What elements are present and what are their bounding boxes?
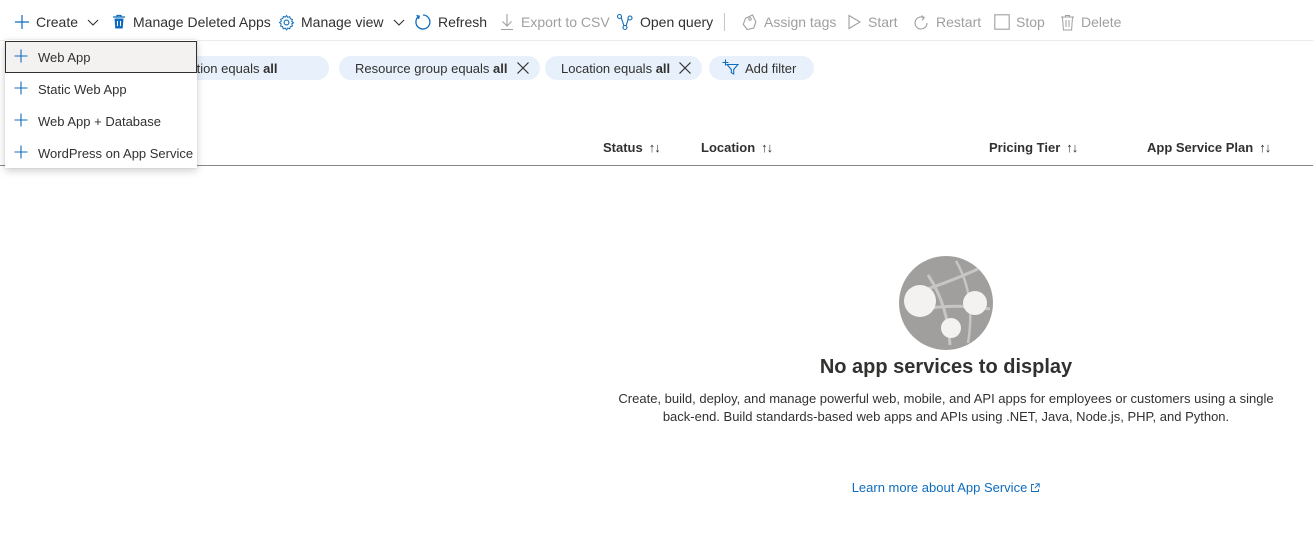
start-button[interactable]: Start: [847, 11, 898, 33]
learn-more-label[interactable]: Learn more about App Service: [852, 480, 1028, 495]
sort-icon: ↑↓: [648, 139, 661, 155]
create-button[interactable]: Create: [14, 11, 100, 33]
stop-icon: [994, 14, 1010, 30]
learn-more-link[interactable]: Learn more about App Service: [620, 480, 1272, 495]
add-filter-icon: [721, 59, 740, 78]
query-icon: [616, 13, 634, 31]
open-query-label: Open query: [640, 14, 714, 30]
external-link-icon: [1027, 480, 1040, 495]
resource-group-filter-value: all: [493, 60, 508, 76]
manage-view-button[interactable]: Manage view: [278, 11, 406, 33]
menu-item-wordpress[interactable]: WordPress on App Service: [5, 137, 197, 169]
refresh-label: Refresh: [438, 14, 488, 30]
download-icon: [499, 13, 515, 31]
sort-icon: ↑↓: [761, 139, 773, 155]
menu-item-label: Web App + Database: [38, 113, 161, 129]
location-filter-pill[interactable]: Location equals all: [545, 56, 703, 80]
location-filter-text: Location equals: [561, 60, 656, 76]
column-header-label: App Service Plan: [1147, 139, 1254, 155]
chevron-down-icon: [392, 15, 406, 29]
delete-icon: [1060, 14, 1075, 31]
create-label: Create: [36, 14, 79, 30]
command-bar: Create Manage Deleted Apps Manage view R…: [0, 0, 1313, 41]
location-filter-value: all: [655, 60, 671, 76]
sort-icon: ↑↓: [1259, 139, 1271, 155]
refresh-icon: [414, 13, 432, 31]
manage-view-label: Manage view: [301, 14, 384, 30]
close-icon[interactable]: [516, 61, 530, 75]
manage-deleted-apps-label: Manage Deleted Apps: [133, 14, 271, 30]
start-label: Start: [868, 14, 898, 30]
play-icon: [847, 14, 862, 30]
column-header-app-service-plan[interactable]: App Service Plan ↑↓: [1147, 138, 1271, 156]
add-filter-label: Add filter: [745, 60, 797, 76]
plus-icon: [14, 145, 28, 162]
plus-icon: [14, 14, 30, 30]
export-csv-button[interactable]: Export to CSV: [499, 11, 610, 33]
sort-icon: ↑↓: [1066, 139, 1078, 155]
refresh-button[interactable]: Refresh: [414, 11, 487, 33]
column-header-location[interactable]: Location ↑↓: [701, 138, 773, 156]
menu-item-static-web-app[interactable]: Static Web App: [5, 73, 197, 105]
toolbar-divider: [724, 13, 725, 31]
restart-label: Restart: [936, 14, 982, 30]
assign-tags-label: Assign tags: [764, 14, 837, 30]
app-service-globe-icon: [898, 255, 994, 351]
menu-item-web-app[interactable]: Web App: [5, 41, 197, 73]
export-csv-label: Export to CSV: [521, 14, 610, 30]
add-filter-button[interactable]: Add filter: [709, 56, 815, 80]
subscription-filter-value: all: [263, 60, 278, 76]
gear-icon: [278, 14, 295, 31]
restart-icon: [914, 14, 930, 31]
plus-icon: [14, 81, 28, 98]
empty-state-description: Create, build, deploy, and manage powerf…: [618, 391, 1274, 424]
column-header-label: Location: [701, 139, 756, 155]
menu-item-web-app-database[interactable]: Web App + Database: [5, 105, 197, 137]
resource-group-filter-text: Resource group equals: [355, 60, 494, 76]
column-header-label: Status: [603, 139, 643, 155]
create-dropdown-menu: Web App Static Web App Web App + Databas…: [5, 40, 197, 168]
empty-state-title: No app services to display: [819, 356, 1073, 378]
restart-button[interactable]: Restart: [914, 11, 981, 33]
delete-button[interactable]: Delete: [1060, 11, 1121, 33]
column-header-pricing-tier[interactable]: Pricing Tier ↑↓: [989, 138, 1078, 156]
plus-icon: [14, 113, 28, 130]
column-header-status[interactable]: Status ↑↓: [603, 138, 661, 156]
trash-icon: [111, 14, 127, 30]
manage-deleted-apps-button[interactable]: Manage Deleted Apps: [111, 11, 271, 33]
menu-item-label: Static Web App: [38, 81, 127, 97]
delete-label: Delete: [1081, 14, 1122, 30]
chevron-down-icon: [86, 15, 100, 29]
tag-icon: [742, 13, 758, 31]
plus-icon: [14, 49, 28, 66]
menu-item-label: WordPress on App Service: [38, 145, 194, 161]
stop-label: Stop: [1016, 14, 1045, 30]
stop-button[interactable]: Stop: [994, 11, 1045, 33]
app-services-page: Create Manage Deleted Apps Manage view R…: [0, 0, 1313, 541]
menu-item-label: Web App: [38, 49, 91, 65]
resource-group-filter-pill[interactable]: Resource group equals all: [339, 56, 540, 80]
column-header-label: Pricing Tier: [989, 139, 1061, 155]
assign-tags-button[interactable]: Assign tags: [742, 11, 836, 33]
open-query-button[interactable]: Open query: [616, 11, 713, 33]
close-icon[interactable]: [678, 61, 692, 75]
